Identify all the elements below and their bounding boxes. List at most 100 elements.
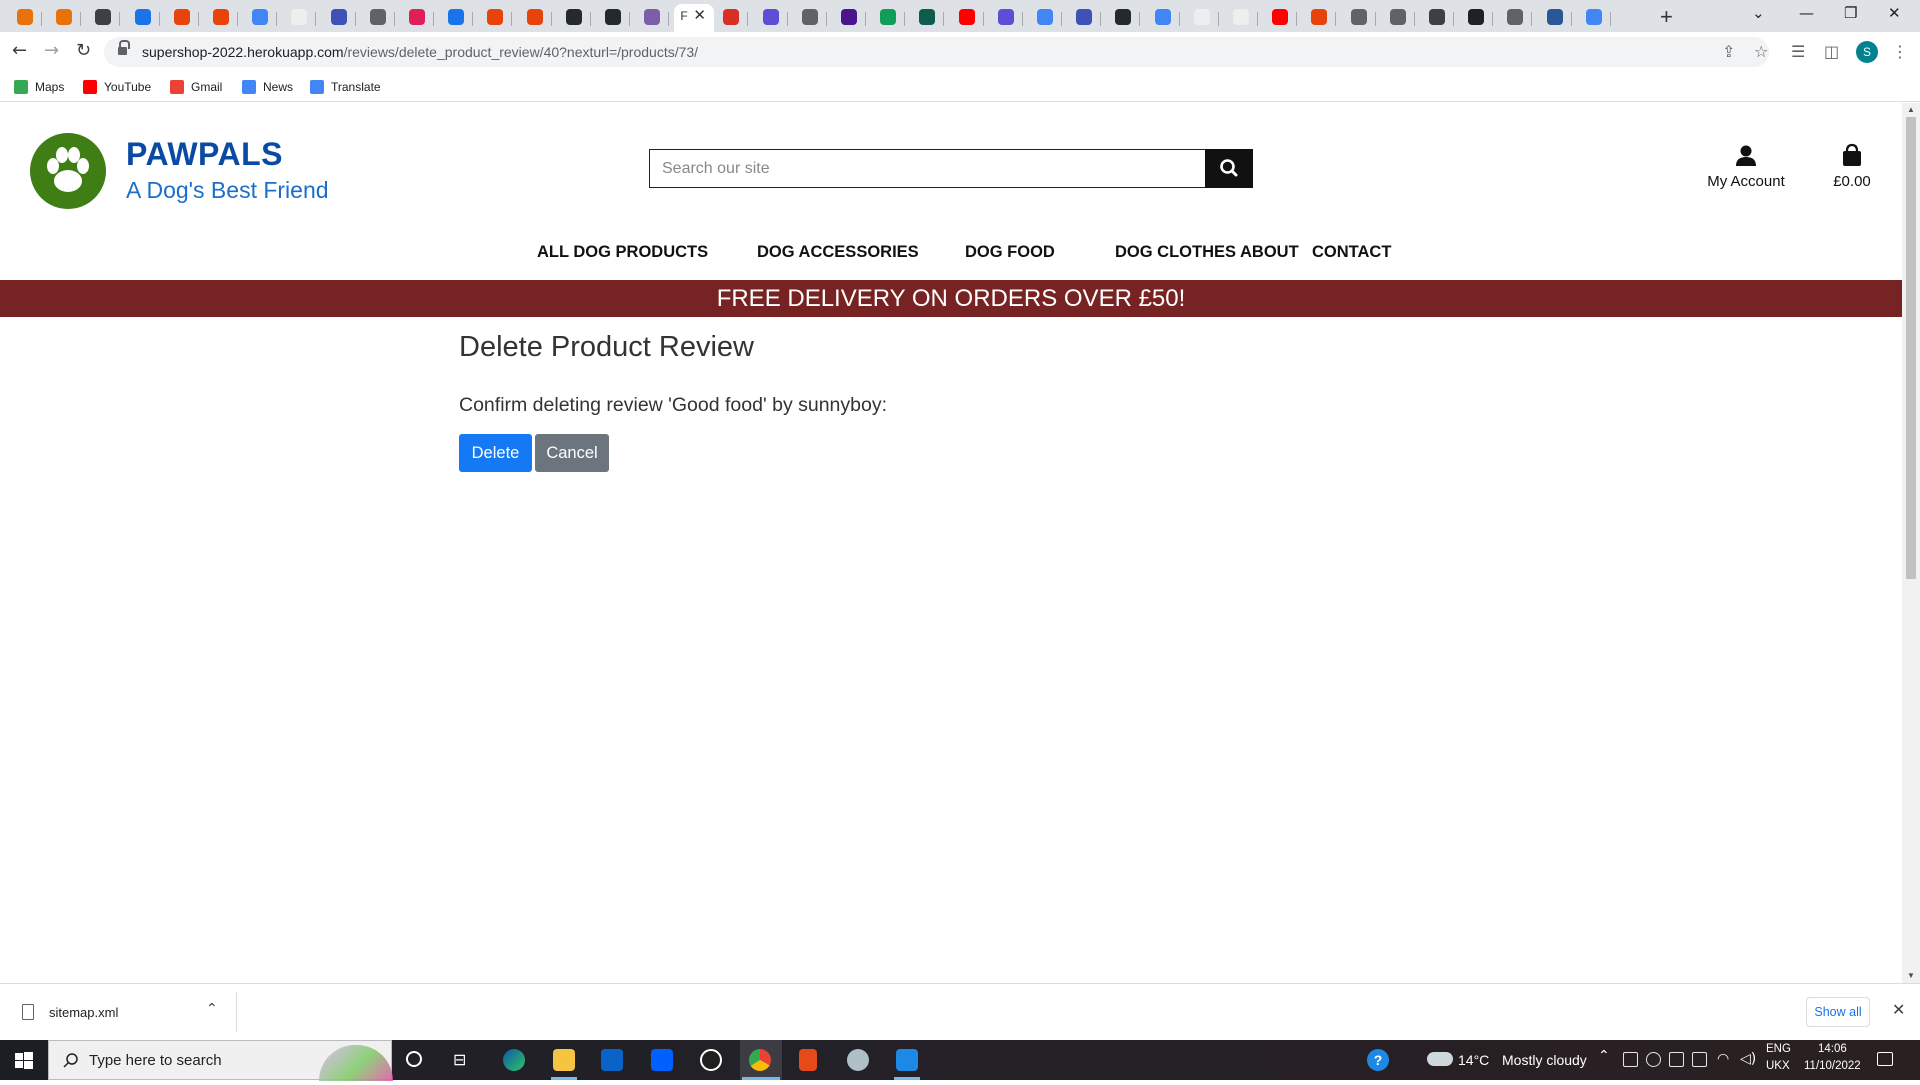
weather-temperature[interactable]: 14°C <box>1458 1052 1489 1068</box>
nav-all-dog-products[interactable]: ALL DOG PRODUCTS <box>537 243 708 262</box>
browser-tab[interactable] <box>1381 4 1415 32</box>
browser-tab[interactable] <box>204 4 238 32</box>
show-all-downloads-button[interactable]: Show all <box>1806 997 1870 1027</box>
browser-tab[interactable] <box>8 4 42 32</box>
browser-tab[interactable] <box>1106 4 1141 32</box>
volume-icon[interactable]: ◁) <box>1740 1051 1756 1067</box>
nav-dog-accessories[interactable]: DOG ACCESSORIES <box>757 243 919 262</box>
browser-tab[interactable] <box>243 4 278 32</box>
profile-avatar[interactable]: S <box>1856 41 1878 63</box>
browser-tab[interactable] <box>1185 4 1219 32</box>
paint-icon[interactable] <box>847 1049 869 1071</box>
browser-tab[interactable] <box>1067 4 1102 32</box>
tab-search-icon[interactable]: ⌄ <box>1752 4 1765 22</box>
input-language[interactable]: ENG <box>1766 1043 1791 1055</box>
bookmark-news[interactable]: News <box>242 78 293 96</box>
reload-icon[interactable]: ↻ <box>76 40 91 61</box>
browser-tab[interactable] <box>1146 4 1180 32</box>
browser-tab[interactable] <box>282 4 317 32</box>
chrome-icon[interactable] <box>749 1049 771 1071</box>
taskbar-search-box[interactable]: Type here to search <box>48 1040 393 1081</box>
task-view-icon[interactable]: ⊟ <box>453 1050 466 1069</box>
chevron-up-icon[interactable]: ⌃ <box>206 1001 218 1017</box>
minimize-button[interactable]: — <box>1799 4 1814 22</box>
new-tab-button[interactable]: + <box>1660 4 1673 30</box>
browser-tab[interactable] <box>1577 4 1611 32</box>
clock-time[interactable]: 14:06 <box>1818 1043 1847 1055</box>
paw-logo-icon[interactable] <box>30 133 106 209</box>
download-file-name[interactable]: sitemap.xml <box>49 1005 118 1020</box>
browser-tab[interactable] <box>361 4 395 32</box>
browser-tab[interactable]: F ✕ <box>674 4 715 32</box>
shopping-bag-link[interactable]: £0.00 <box>1820 143 1884 193</box>
onedrive-icon[interactable] <box>1646 1052 1661 1067</box>
browser-tab[interactable] <box>635 4 670 32</box>
browser-tab[interactable] <box>518 4 552 32</box>
file-explorer-icon[interactable] <box>553 1049 575 1071</box>
browser-tab[interactable] <box>126 4 160 32</box>
browser-tab[interactable] <box>439 4 474 32</box>
delete-button[interactable]: Delete <box>459 434 532 472</box>
browser-tab[interactable] <box>1538 4 1572 32</box>
browser-tab[interactable] <box>950 4 984 32</box>
site-search-input[interactable] <box>649 149 1205 188</box>
wifi-icon[interactable]: ◠ <box>1717 1051 1729 1067</box>
restore-button[interactable]: ❐ <box>1844 4 1857 22</box>
browser-tab[interactable] <box>714 4 749 32</box>
network-adapter-icon[interactable] <box>1623 1052 1638 1067</box>
github-desktop-icon[interactable] <box>700 1049 722 1071</box>
mail-icon[interactable] <box>601 1049 623 1071</box>
browser-tab[interactable] <box>596 4 630 32</box>
chevron-up-icon[interactable]: ⌃ <box>1598 1048 1610 1064</box>
notifications-icon[interactable] <box>1877 1052 1893 1066</box>
browser-tab[interactable] <box>1028 4 1062 32</box>
scrollbar-thumb[interactable] <box>1906 117 1916 579</box>
browser-tab[interactable] <box>322 4 356 32</box>
browser-tab[interactable] <box>1498 4 1533 32</box>
site-tagline[interactable]: A Dog's Best Friend <box>126 177 329 204</box>
nav-contact[interactable]: CONTACT <box>1312 243 1391 262</box>
close-icon[interactable]: ✕ <box>1892 1000 1905 1019</box>
close-window-button[interactable]: ✕ <box>1888 4 1901 22</box>
browser-tab[interactable] <box>400 4 434 32</box>
weather-description[interactable]: Mostly cloudy <box>1502 1052 1587 1068</box>
nav-dog-clothes[interactable]: DOG CLOTHES <box>1115 243 1236 262</box>
site-brand[interactable]: PAWPALS <box>126 136 283 173</box>
browser-tab[interactable] <box>1459 4 1494 32</box>
browser-tab[interactable] <box>478 4 513 32</box>
page-scrollbar[interactable]: ▲ ▼ <box>1902 103 1920 983</box>
display-icon[interactable] <box>1692 1052 1707 1067</box>
browser-tab[interactable] <box>832 4 866 32</box>
url-text[interactable]: supershop-2022.herokuapp.com/reviews/del… <box>142 44 698 60</box>
browser-tab[interactable] <box>793 4 827 32</box>
forward-icon[interactable]: → <box>44 40 59 61</box>
nav-about[interactable]: ABOUT <box>1240 243 1299 262</box>
browser-tab[interactable] <box>1420 4 1454 32</box>
share-icon[interactable]: ⇪ <box>1722 42 1735 61</box>
photos-icon[interactable] <box>896 1049 918 1071</box>
browser-tab[interactable] <box>1342 4 1376 32</box>
help-icon[interactable]: ? <box>1367 1049 1389 1071</box>
browser-tab[interactable] <box>871 4 906 32</box>
bookmark-translate[interactable]: Translate <box>310 78 381 96</box>
close-tab-icon[interactable]: ✕ <box>693 6 706 24</box>
my-account-link[interactable]: My Account <box>1698 143 1794 193</box>
address-bar[interactable]: supershop-2022.herokuapp.com/reviews/del… <box>104 37 1769 67</box>
scroll-up-arrow-icon[interactable]: ▲ <box>1907 105 1915 114</box>
browser-tab[interactable] <box>165 4 199 32</box>
edge-icon[interactable] <box>503 1049 525 1071</box>
nav-dog-food[interactable]: DOG FOOD <box>965 243 1055 262</box>
side-panel-icon[interactable]: ◫ <box>1824 42 1839 61</box>
browser-tab[interactable] <box>1302 4 1337 32</box>
bookmark-youtube[interactable]: YouTube <box>83 78 151 96</box>
dropbox-icon[interactable] <box>651 1049 673 1071</box>
cancel-button[interactable]: Cancel <box>535 434 609 472</box>
keyboard-layout[interactable]: UKX <box>1766 1060 1790 1072</box>
back-icon[interactable]: ← <box>12 40 27 61</box>
scroll-down-arrow-icon[interactable]: ▼ <box>1907 971 1915 980</box>
browser-tab[interactable] <box>47 4 82 32</box>
browser-tab[interactable] <box>910 4 945 32</box>
browser-tab[interactable] <box>557 4 591 32</box>
start-button[interactable] <box>0 1040 48 1080</box>
menu-icon[interactable]: ⋮ <box>1892 42 1908 61</box>
